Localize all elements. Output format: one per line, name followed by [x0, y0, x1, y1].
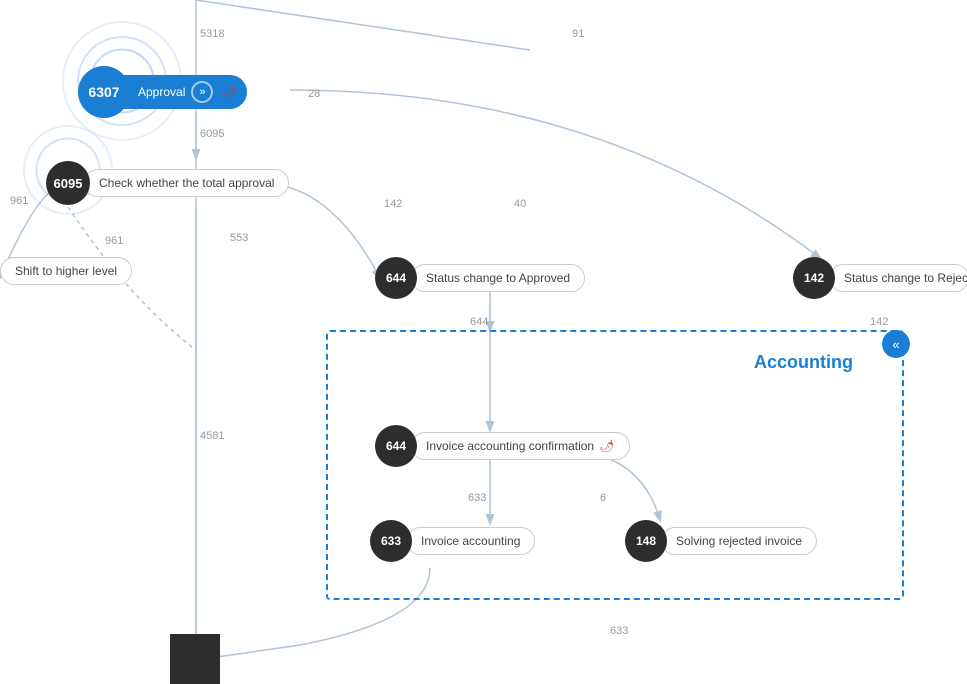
- edge-label-961: 961: [105, 235, 123, 247]
- edge-label-6095: 6095: [200, 128, 224, 140]
- node-status-approved[interactable]: 644 Status change to Approved: [375, 257, 585, 299]
- node-label-check-approval: Check whether the total approval: [84, 169, 289, 197]
- edge-label-961-left: 961: [10, 195, 28, 207]
- node-label-status-rejected: Status change to Rejected: [829, 264, 967, 292]
- edge-label-91: 91: [572, 28, 584, 40]
- edge-label-644-vertical: 644: [470, 316, 488, 328]
- node-status-rejected[interactable]: 142 Status change to Rejected: [793, 257, 967, 299]
- node-id-circle-644-approved: 644: [375, 257, 417, 299]
- edge-label-5318: 5318: [200, 28, 224, 40]
- chevron-right-icon: »: [191, 81, 213, 103]
- edge-label-553: 553: [230, 232, 248, 244]
- edge-label-40: 40: [514, 198, 526, 210]
- node-label-status-approved: Status change to Approved: [411, 264, 585, 292]
- chili-icon: 🌶: [221, 85, 236, 99]
- node-label-shift-higher: Shift to higher level: [0, 257, 132, 285]
- node-label-invoice-confirmation: Invoice accounting confirmation 🌶: [411, 432, 630, 460]
- node-check-approval[interactable]: 6095 Check whether the total approval: [46, 161, 289, 205]
- node-id-circle-148: 148: [625, 520, 667, 562]
- node-id-circle-142-rejected: 142: [793, 257, 835, 299]
- node-solving-rejected[interactable]: 148 Solving rejected invoice: [625, 520, 817, 562]
- edge-label-28: 28: [308, 88, 320, 100]
- node-id-circle: 6307: [78, 66, 130, 118]
- node-label-solving-rejected: Solving rejected invoice: [661, 527, 817, 555]
- node-invoice-confirmation[interactable]: 644 Invoice accounting confirmation 🌶: [375, 425, 630, 467]
- edge-label-142: 142: [384, 198, 402, 210]
- edge-label-142-right: 142: [870, 316, 888, 328]
- bottom-node-circle: [170, 634, 220, 684]
- edge-label-633-bottom: 633: [610, 625, 628, 637]
- node-label-invoice-accounting: Invoice accounting: [406, 527, 535, 555]
- chili-icon-2: 🌶: [599, 439, 614, 453]
- edge-label-4581: 4581: [200, 430, 224, 442]
- node-id-circle-633: 633: [370, 520, 412, 562]
- node-approval[interactable]: 6307 Approval » 🌶: [78, 66, 247, 118]
- node-shift-higher[interactable]: Shift to higher level: [0, 257, 132, 285]
- node-id-circle-6095: 6095: [46, 161, 90, 205]
- node-invoice-accounting[interactable]: 633 Invoice accounting: [370, 520, 535, 562]
- node-id-circle-644-invoice: 644: [375, 425, 417, 467]
- accounting-title: Accounting: [754, 352, 853, 373]
- collapse-accounting-button[interactable]: «: [882, 330, 910, 358]
- node-label-approval: Approval » 🌶: [124, 75, 247, 109]
